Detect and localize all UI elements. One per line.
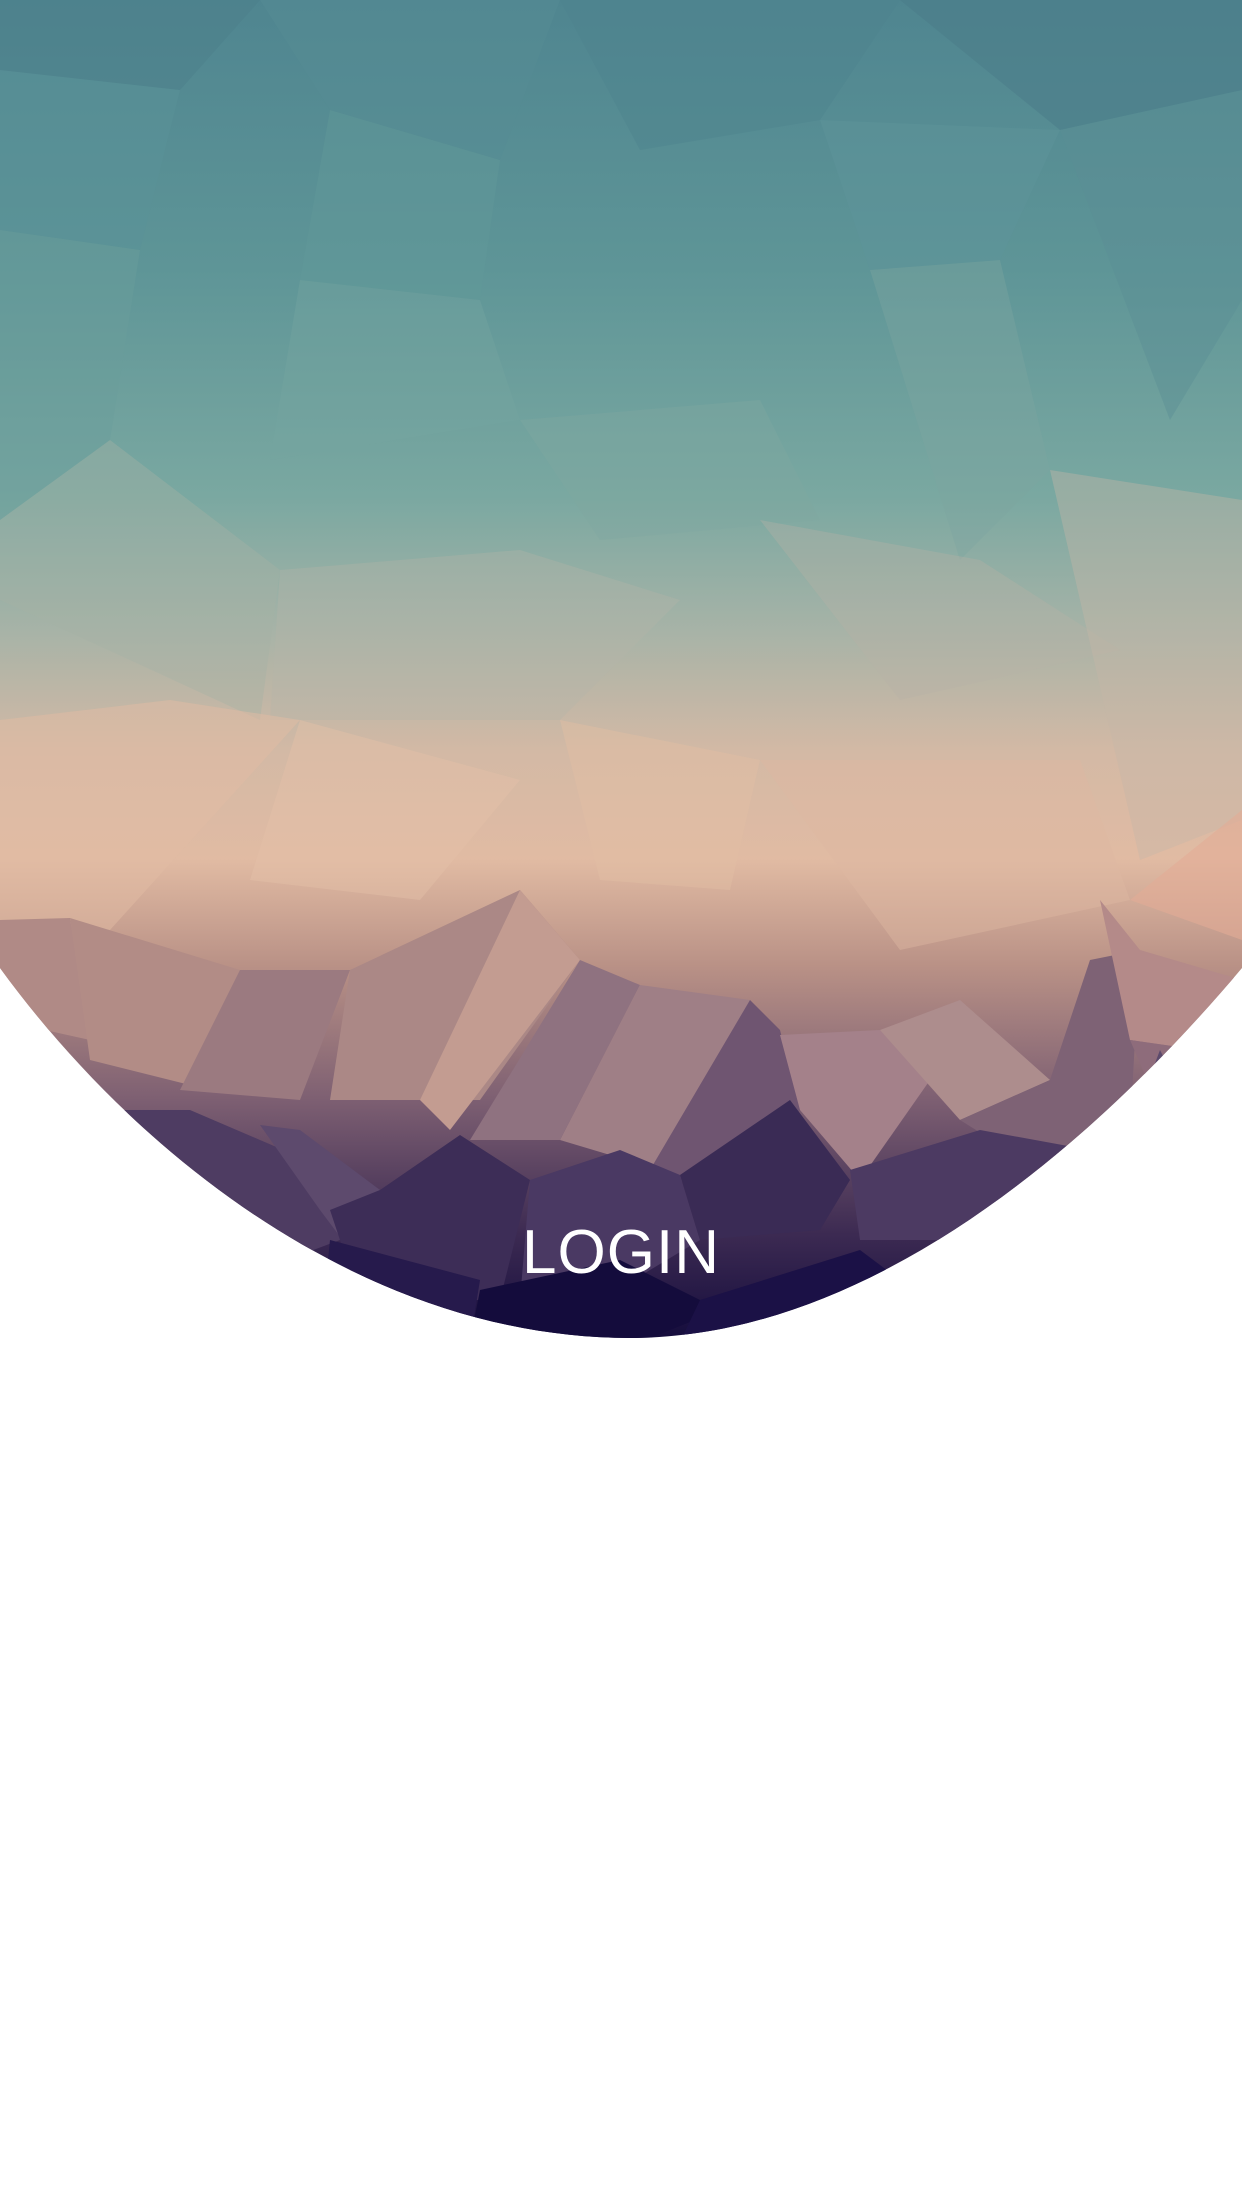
low-poly-mountain-background: [0, 0, 1242, 1338]
page-title: LOGIN: [522, 1218, 720, 1287]
header-banner: LOGIN: [0, 0, 1242, 1342]
content-area: [0, 1342, 1242, 2208]
login-screen: LOGIN: [0, 0, 1242, 2208]
